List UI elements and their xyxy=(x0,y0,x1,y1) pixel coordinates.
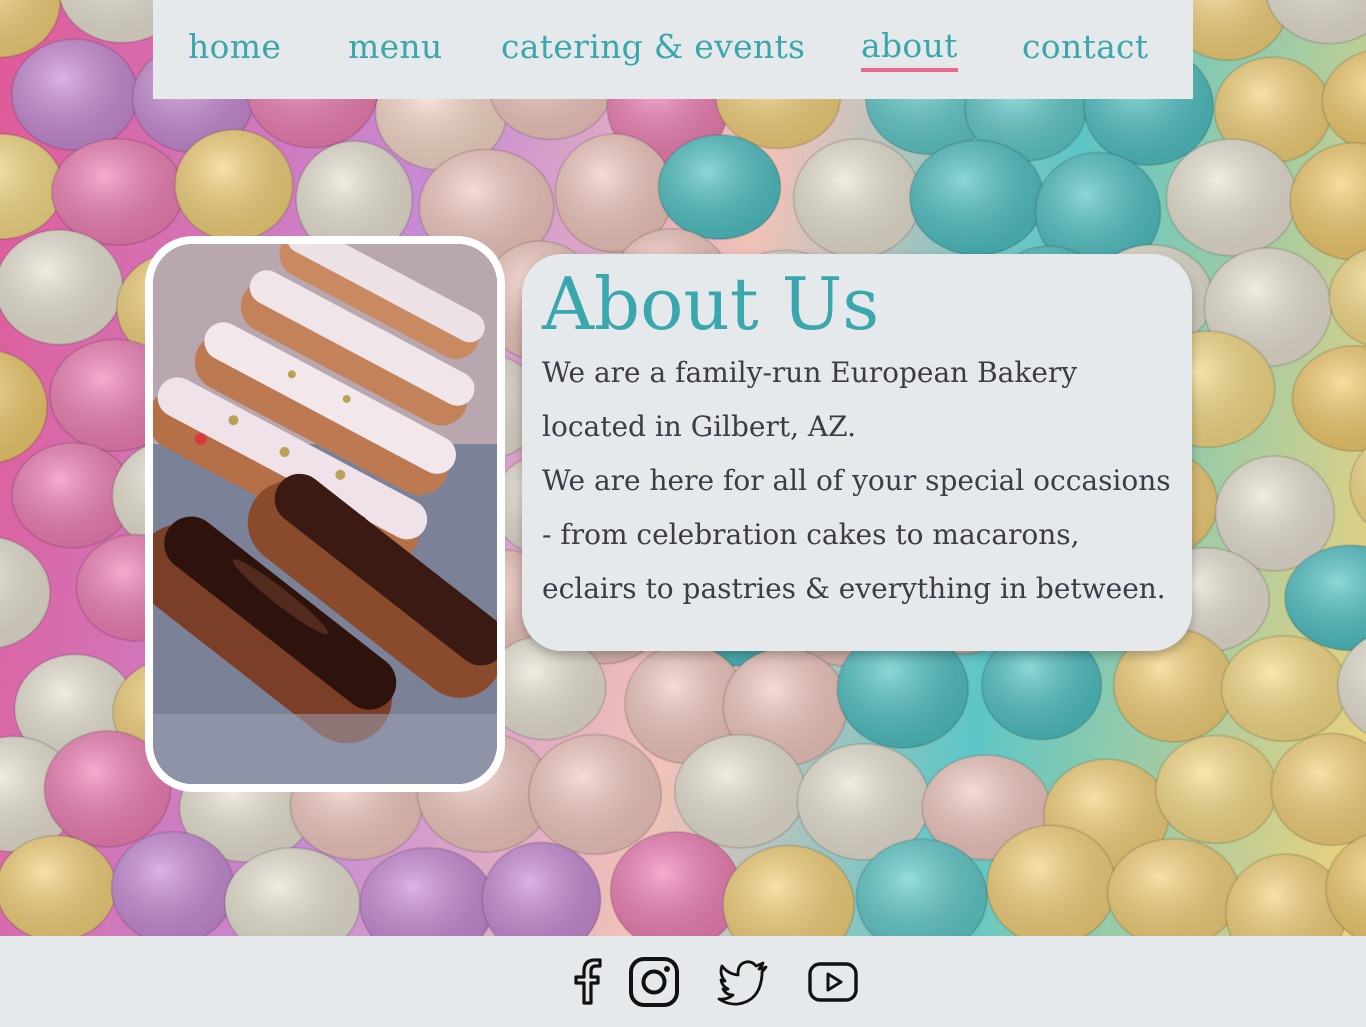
macaron-shading xyxy=(674,734,805,848)
macaron-shading xyxy=(1221,635,1348,742)
nav-link-home[interactable]: home xyxy=(188,24,281,70)
macaron-shading xyxy=(909,140,1044,255)
macaron-shading xyxy=(528,734,662,855)
macaron-shading xyxy=(1322,51,1366,152)
twitter-icon xyxy=(717,960,768,1006)
about-heading: About Us xyxy=(542,262,880,346)
macaron-shading xyxy=(723,845,855,936)
top-navigation: home menu catering & events about contac… xyxy=(153,0,1193,99)
macaron-shading xyxy=(482,842,601,936)
about-card: About Us We are a family-run European Ba… xyxy=(522,254,1192,651)
macaron-shading xyxy=(1271,733,1366,846)
youtube-icon xyxy=(808,962,858,1002)
macaron-shading xyxy=(11,39,138,151)
instagram-link[interactable] xyxy=(627,955,681,1009)
macaron-shading xyxy=(1292,345,1366,452)
facebook-icon xyxy=(574,958,602,1005)
macaron-shading xyxy=(0,351,48,463)
nav-link-catering-events[interactable]: catering & events xyxy=(501,24,805,70)
macaron-shading xyxy=(793,138,921,258)
eclairs-photo xyxy=(145,236,505,792)
macaron-shading xyxy=(1166,139,1297,256)
instagram-icon xyxy=(629,957,679,1007)
macaron-shading xyxy=(1290,142,1366,260)
macaron-shading xyxy=(1155,735,1277,844)
macaron-shading xyxy=(359,847,495,936)
nav-link-contact[interactable]: contact xyxy=(1022,24,1148,70)
footer xyxy=(0,936,1366,1027)
about-paragraph-1: We are a family-run European Bakery loca… xyxy=(542,356,1078,443)
nav-link-about[interactable]: about xyxy=(861,24,958,72)
macaron-shading xyxy=(0,537,51,648)
facebook-link[interactable] xyxy=(560,955,614,1009)
macaron-shading xyxy=(1266,0,1366,44)
about-paragraph-2: We are here for all of your special occa… xyxy=(542,464,1171,605)
nav-link-menu[interactable]: menu xyxy=(348,24,443,70)
twitter-link[interactable] xyxy=(716,955,770,1009)
macaron-shading xyxy=(175,129,293,241)
macaron-shading xyxy=(1329,249,1366,345)
macaron-shading xyxy=(0,230,123,345)
macaron-shading xyxy=(658,134,781,240)
youtube-link[interactable] xyxy=(806,955,860,1009)
macaron-shading xyxy=(51,138,184,246)
